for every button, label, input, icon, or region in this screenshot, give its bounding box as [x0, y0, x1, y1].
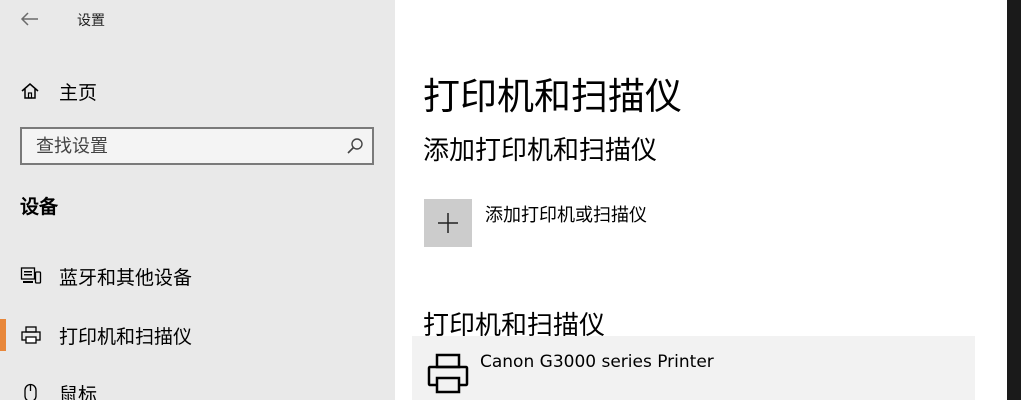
search-input[interactable] [22, 129, 332, 163]
sidebar-item-label: 主页 [59, 82, 98, 104]
sidebar-item-label: 蓝牙和其他设备 [59, 267, 193, 289]
sidebar-item-mouse[interactable]: 鼠标 [0, 373, 395, 400]
selection-indicator [0, 319, 6, 351]
back-button[interactable] [18, 9, 42, 29]
sidebar: 设置 主页 设备 蓝牙和其他设备 打印机和扫描仪 [0, 0, 395, 400]
search-icon[interactable] [346, 137, 364, 155]
printer-list-item[interactable]: Canon G3000 series Printer [412, 336, 975, 400]
add-printer-label[interactable]: 添加打印机或扫描仪 [485, 201, 647, 227]
sidebar-item-home[interactable]: 主页 [0, 74, 395, 106]
window-edge [1007, 0, 1021, 400]
sidebar-item-bluetooth[interactable]: 蓝牙和其他设备 [0, 256, 395, 296]
home-icon [21, 83, 39, 99]
add-printer-button[interactable] [424, 199, 472, 247]
section-heading: 设备 [20, 196, 59, 218]
search-box[interactable] [20, 127, 374, 165]
add-section-heading: 添加打印机和扫描仪 [423, 136, 658, 166]
sidebar-item-label: 鼠标 [59, 384, 98, 400]
sidebar-item-label: 打印机和扫描仪 [59, 326, 193, 348]
main-content: 打印机和扫描仪 添加打印机和扫描仪 添加打印机或扫描仪 打印机和扫描仪 Cano… [395, 0, 1000, 400]
sidebar-item-printers[interactable]: 打印机和扫描仪 [0, 315, 395, 355]
printer-icon [427, 353, 469, 394]
page-title: 打印机和扫描仪 [423, 75, 682, 118]
printer-name: Canon G3000 series Printer [480, 352, 714, 372]
window-title: 设置 [77, 13, 105, 29]
printer-icon [21, 326, 41, 344]
mouse-icon [24, 383, 37, 400]
back-arrow-icon [20, 12, 38, 26]
plus-icon [438, 213, 458, 233]
bluetooth-devices-icon [20, 267, 42, 284]
